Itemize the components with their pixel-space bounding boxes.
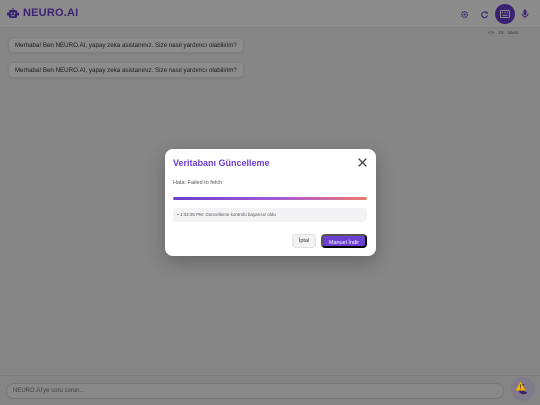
update-dialog: Veritabanı Güncelleme Hata: Failed to fe… bbox=[165, 149, 376, 256]
cancel-button[interactable]: İptal bbox=[292, 234, 316, 248]
progress-bar bbox=[173, 197, 367, 200]
dialog-title: Veritabanı Güncelleme bbox=[173, 158, 270, 168]
log-entry: • 1:03:35 PM: Güncelleme kontrolü başarı… bbox=[173, 208, 367, 222]
manual-download-button[interactable]: Manuel İndir bbox=[321, 234, 367, 248]
close-icon[interactable] bbox=[358, 158, 367, 167]
warning-icon[interactable] bbox=[515, 381, 526, 391]
error-message: Hata: Failed to fetch bbox=[173, 180, 223, 186]
progress-fill bbox=[173, 197, 367, 200]
